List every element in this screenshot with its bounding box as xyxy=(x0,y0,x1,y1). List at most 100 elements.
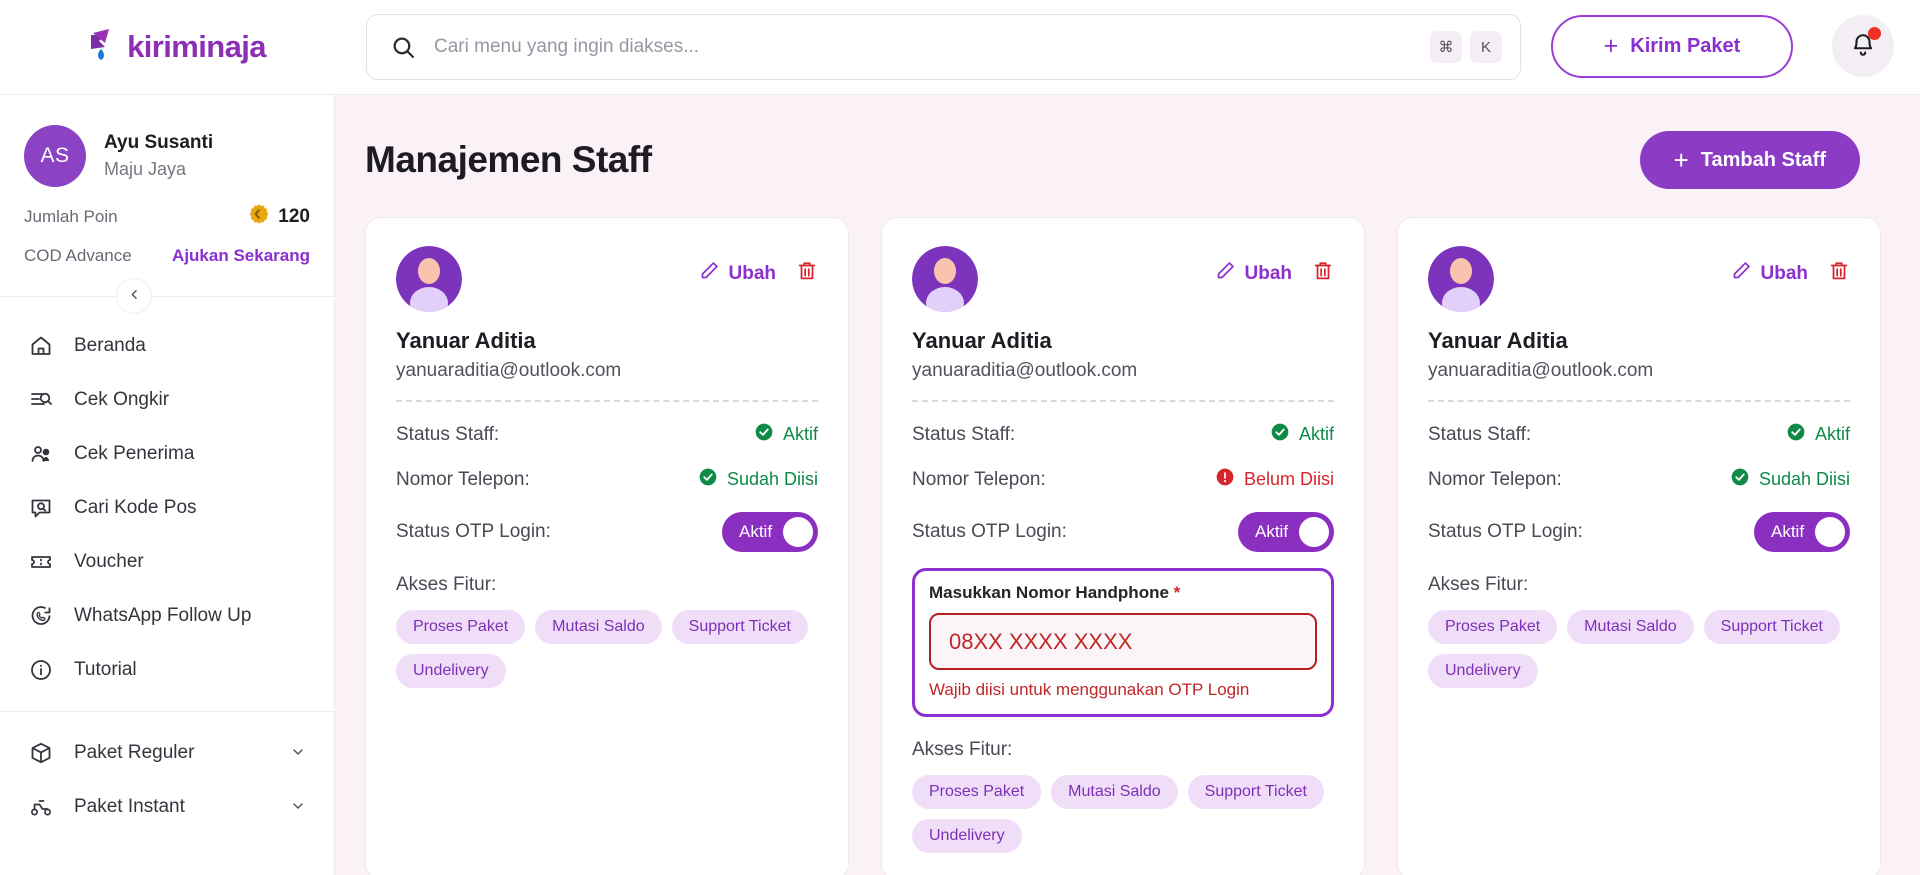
whatsapp-icon xyxy=(28,603,54,629)
edit-staff-button[interactable]: Ubah xyxy=(1215,260,1293,287)
feature-chip: Mutasi Saldo xyxy=(1051,775,1178,809)
nomor-telepon-value: Sudah Diisi xyxy=(1759,469,1850,490)
status-staff-label: Status Staff: xyxy=(396,424,499,446)
akses-fitur-label: Akses Fitur: xyxy=(912,739,1334,761)
add-staff-button[interactable]: + Tambah Staff xyxy=(1640,131,1860,189)
sidebar-item-whatsapp-follow-up[interactable]: WhatsApp Follow Up xyxy=(0,589,334,643)
motorbike-icon xyxy=(28,794,54,820)
otp-row: Status OTP Login: Aktif xyxy=(1428,512,1850,552)
home-icon xyxy=(28,333,54,359)
otp-toggle[interactable]: Aktif xyxy=(1754,512,1850,552)
card-divider xyxy=(1428,400,1850,402)
staff-card: Ubah Yanuar Aditia yanuaraditia@outlook.… xyxy=(1397,217,1881,875)
chevron-down-icon xyxy=(290,744,306,763)
status-badge: Aktif xyxy=(1786,422,1850,447)
nomor-telepon-value: Sudah Diisi xyxy=(727,469,818,490)
points-row: Jumlah Poin 120 xyxy=(0,203,334,230)
alert-circle-icon xyxy=(1215,467,1235,492)
chevron-left-icon xyxy=(128,288,141,305)
staff-avatar-icon xyxy=(396,246,462,312)
cod-advance-label: COD Advance xyxy=(24,246,132,266)
search-input[interactable] xyxy=(416,36,1430,58)
sidebar-group-paket-instant[interactable]: Paket Instant xyxy=(0,780,334,834)
otp-toggle-label: Aktif xyxy=(1771,522,1804,542)
phone-field-help-text: Wajib diisi untuk menggunakan OTP Login xyxy=(929,680,1317,700)
sidebar-profile[interactable]: AS Ayu Susanti Maju Jaya xyxy=(0,95,334,187)
app-logo[interactable]: kiriminaja xyxy=(0,0,335,95)
sidebar: AS Ayu Susanti Maju Jaya Jumlah Poin 120… xyxy=(0,95,335,875)
feature-chip: Support Ticket xyxy=(672,610,808,644)
status-staff-row: Status Staff: Aktif xyxy=(1428,422,1850,447)
feature-chip-list: Proses Paket Mutasi Saldo Support Ticket… xyxy=(396,610,818,688)
status-badge: Sudah Diisi xyxy=(1730,467,1850,492)
phone-field-label-text: Masukkan Nomor Handphone xyxy=(929,583,1169,602)
postcode-search-icon xyxy=(28,495,54,521)
logo-text: kiriminaja xyxy=(127,29,266,65)
staff-card: Ubah Yanuar Aditia yanuaraditia@outlook.… xyxy=(365,217,849,875)
otp-toggle[interactable]: Aktif xyxy=(722,512,818,552)
cod-advance-row: COD Advance Ajukan Sekarang xyxy=(0,246,334,266)
phone-status-row: Nomor Telepon: Sudah Diisi xyxy=(396,467,818,492)
kirim-paket-label: Kirim Paket xyxy=(1630,35,1740,58)
points-label: Jumlah Poin xyxy=(24,207,118,227)
status-badge: Aktif xyxy=(754,422,818,447)
staff-card-grid: Ubah Yanuar Aditia yanuaraditia@outlook.… xyxy=(335,189,1920,875)
sidebar-group-paket-reguler[interactable]: Paket Reguler xyxy=(0,726,334,780)
people-icon xyxy=(28,441,54,467)
phone-status-row: Nomor Telepon: Sudah Diisi xyxy=(1428,467,1850,492)
chevron-down-icon xyxy=(290,798,306,817)
top-bar: kiriminaja ⌘ K + Kirim Paket xyxy=(0,0,1920,95)
edit-staff-button[interactable]: Ubah xyxy=(699,260,777,287)
status-staff-value: Aktif xyxy=(1299,424,1334,445)
sidebar-collapse-button[interactable] xyxy=(116,278,152,314)
delete-staff-button[interactable] xyxy=(796,260,818,287)
page-header: Manajemen Staff + Tambah Staff xyxy=(335,95,1920,189)
edit-staff-label: Ubah xyxy=(1761,263,1809,285)
profile-company: Maju Jaya xyxy=(104,157,213,182)
pencil-icon xyxy=(699,260,720,287)
required-asterisk: * xyxy=(1174,583,1181,602)
status-staff-label: Status Staff: xyxy=(1428,424,1531,446)
points-value: 120 xyxy=(278,206,310,228)
delete-staff-button[interactable] xyxy=(1312,260,1334,287)
status-badge: Aktif xyxy=(1270,422,1334,447)
feature-chip: Support Ticket xyxy=(1704,610,1840,644)
sidebar-item-cek-ongkir[interactable]: Cek Ongkir xyxy=(0,373,334,427)
kirim-paket-button[interactable]: + Kirim Paket xyxy=(1551,15,1793,78)
feature-chip: Proses Paket xyxy=(1428,610,1557,644)
status-staff-value: Aktif xyxy=(783,424,818,445)
sidebar-item-cari-kode-pos[interactable]: Cari Kode Pos xyxy=(0,481,334,535)
feature-chip: Mutasi Saldo xyxy=(1567,610,1694,644)
status-staff-row: Status Staff: Aktif xyxy=(912,422,1334,447)
sidebar-item-label: Tutorial xyxy=(74,659,306,681)
feature-chip: Proses Paket xyxy=(912,775,1041,809)
otp-toggle[interactable]: Aktif xyxy=(1238,512,1334,552)
phone-number-input[interactable] xyxy=(929,613,1317,670)
cod-advance-apply-link[interactable]: Ajukan Sekarang xyxy=(172,246,310,266)
pencil-icon xyxy=(1215,260,1236,287)
check-circle-icon xyxy=(754,422,774,447)
phone-field-label: Masukkan Nomor Handphone * xyxy=(929,583,1317,603)
global-search[interactable]: ⌘ K xyxy=(366,14,1521,80)
staff-email: yanuaraditia@outlook.com xyxy=(396,360,818,382)
pencil-icon xyxy=(1731,260,1752,287)
nomor-telepon-label: Nomor Telepon: xyxy=(912,469,1046,491)
sidebar-item-cek-penerima[interactable]: Cek Penerima xyxy=(0,427,334,481)
staff-card-header: Ubah xyxy=(396,246,818,312)
sidebar-item-tutorial[interactable]: Tutorial xyxy=(0,643,334,697)
price-search-icon xyxy=(28,387,54,413)
phone-status-row: Nomor Telepon: Belum Diisi xyxy=(912,467,1334,492)
sidebar-item-beranda[interactable]: Beranda xyxy=(0,319,334,373)
otp-row: Status OTP Login: Aktif xyxy=(912,512,1334,552)
feature-chip: Proses Paket xyxy=(396,610,525,644)
sidebar-item-label: WhatsApp Follow Up xyxy=(74,605,306,627)
phone-input-highlight-block: Masukkan Nomor Handphone * Wajib diisi u… xyxy=(912,568,1334,717)
trash-icon xyxy=(1828,260,1850,287)
sidebar-item-voucher[interactable]: Voucher xyxy=(0,535,334,589)
edit-staff-button[interactable]: Ubah xyxy=(1731,260,1809,287)
feature-chip: Support Ticket xyxy=(1188,775,1324,809)
toggle-knob xyxy=(1299,517,1329,547)
delete-staff-button[interactable] xyxy=(1828,260,1850,287)
notifications-button[interactable] xyxy=(1832,15,1894,77)
sidebar-group-label: Paket Instant xyxy=(74,796,270,818)
